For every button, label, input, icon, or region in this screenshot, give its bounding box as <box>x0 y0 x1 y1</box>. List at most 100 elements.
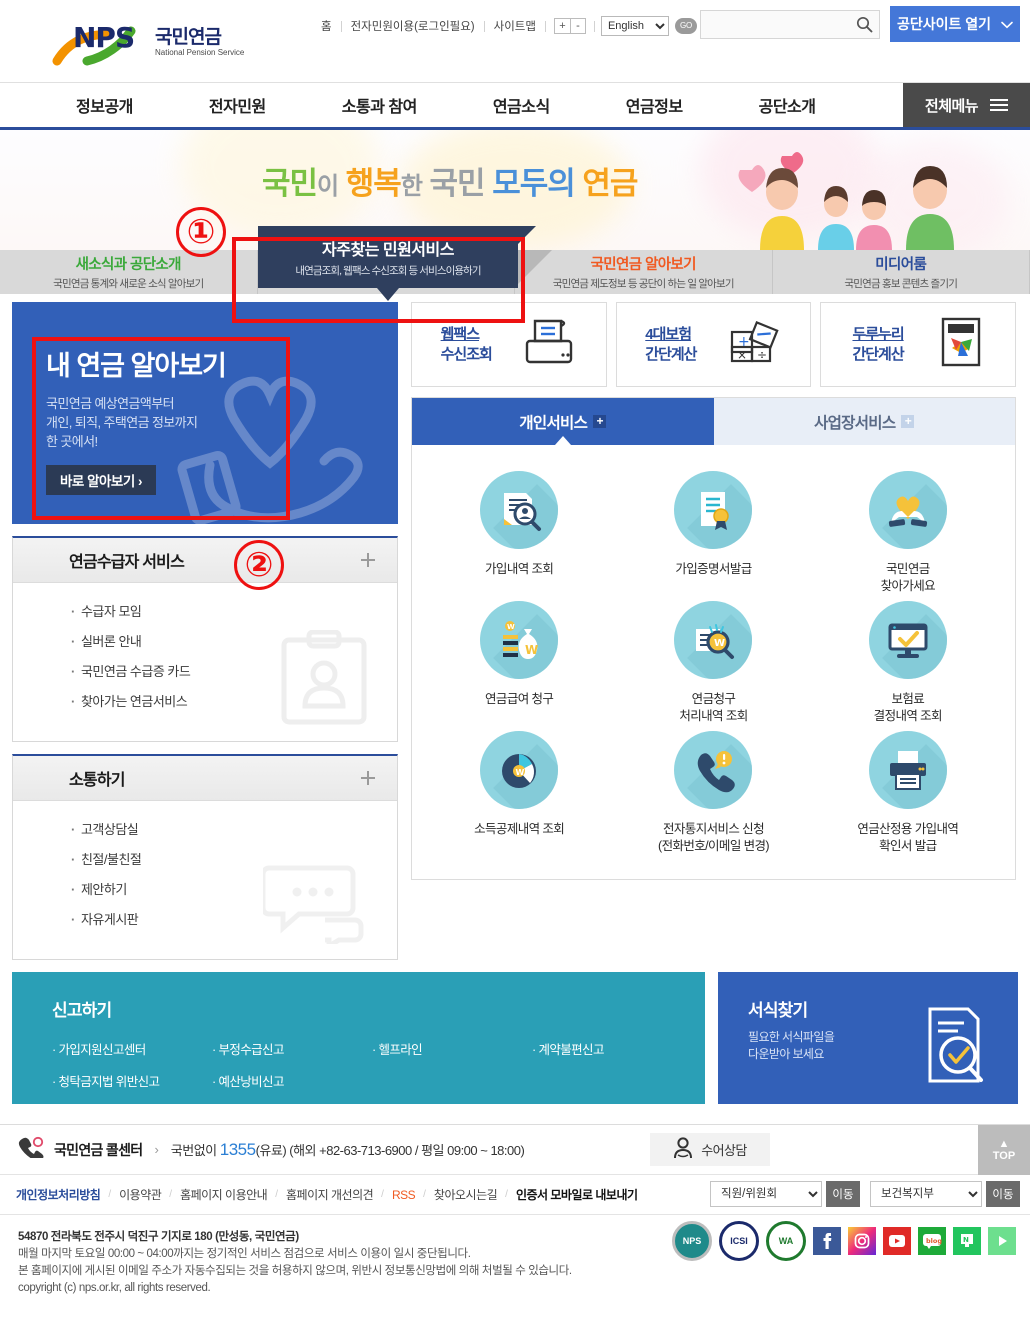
language-go-button[interactable]: GO <box>674 18 697 34</box>
related-site-select-2[interactable]: 보건복지부 <box>870 1181 982 1207</box>
panel-pension-recipient-service: 연금수급자 서비스 수급자 모임 실버론 안내 국민연금 수급증 카드 찾아가는… <box>12 536 398 742</box>
service-item-enotice-apply[interactable]: 전자통지서비스 신청 (전화번호/이메일 변경) <box>616 731 810 855</box>
panel-header[interactable]: 소통하기 <box>13 756 397 801</box>
gnb-item-0[interactable]: 정보공개 <box>38 93 171 117</box>
svg-text:국민연금: 국민연금 <box>155 26 221 48</box>
tab-about-nps[interactable]: 국민연금 알아보기 국민연금 제도정보 등 공단이 하는 일 알아보기 <box>515 250 773 294</box>
card-webfax-receive[interactable]: 웹팩스 수신조회 <box>411 302 607 387</box>
service-item-pension-calc-certificate[interactable]: 연금산정용 가입내역 확인서 발급 <box>811 731 1005 855</box>
tab-subtitle: 국민연금 통계와 새로운 소식 알아보기 <box>53 278 204 290</box>
footer-link-privacy[interactable]: 개인정보처리방침 <box>16 1186 101 1203</box>
report-link-0[interactable]: 가입지원신고센터 <box>52 1039 212 1058</box>
svg-text:NPS: NPS <box>73 21 134 54</box>
site-footer: 국민연금 콜센터 › 국번없이 1355(유료) (해외 +82-63-713-… <box>0 1124 1030 1300</box>
tab-personal-service[interactable]: 개인서비스 + <box>412 398 714 445</box>
util-link-sitemap[interactable]: 사이트맵 <box>485 18 545 34</box>
footer-link-feedback[interactable]: 홈페이지 개선의견 <box>286 1186 374 1203</box>
blog-icon[interactable]: blog <box>918 1227 946 1255</box>
promo-cta-button[interactable]: 바로 알아보기 › <box>46 465 157 495</box>
tab-media-room[interactable]: 미디어룸 국민연금 홍보 콘텐츠 즐기기 <box>773 250 1030 294</box>
footer-link-directions[interactable]: 찾아오시는길 <box>434 1186 498 1203</box>
gnb-item-1[interactable]: 전자민원 <box>171 93 304 117</box>
all-menu-button[interactable]: 전체메뉴 <box>903 83 1030 127</box>
util-link-eminwon[interactable]: 전자민원이용(로그인필요) <box>342 18 484 34</box>
gnb-item-3[interactable]: 연금소식 <box>455 93 588 117</box>
report-link-5[interactable]: 예산낭비신고 <box>212 1071 372 1090</box>
panel-expand-icon[interactable] <box>359 769 377 787</box>
font-decrease-button[interactable]: - <box>569 18 586 34</box>
card-4-insurance-calculator[interactable]: 4대보험 간단계산 + × ÷ <box>615 302 812 387</box>
card-durunuri-calculator[interactable]: 두루누리 간단계산 <box>820 302 1017 387</box>
facebook-icon[interactable] <box>813 1227 841 1255</box>
card-label-line1: 4대보험 <box>645 325 692 343</box>
service-label: 연금청구 처리내역 조회 <box>679 692 748 723</box>
open-corporate-site-button[interactable]: 공단사이트 열기 <box>890 6 1020 42</box>
phone-alert-icon <box>674 731 753 809</box>
footer-badges-and-sns: NPS ICSI WA blog N <box>672 1221 1016 1261</box>
tab-title: 자주찾는 민원서비스 <box>322 242 454 259</box>
forms-panel[interactable]: 서식찾기 필요한 서식파일을 다운받아 보세요 <box>718 972 1018 1104</box>
related-site-go-1[interactable]: 이동 <box>826 1181 860 1207</box>
panel-header[interactable]: 연금수급자 서비스 <box>13 538 397 583</box>
list-item[interactable]: 고객상담실 <box>71 819 397 838</box>
tab-subtitle: 국민연금 홍보 콘텐츠 즐기기 <box>844 278 958 290</box>
chevron-right-icon: › <box>154 1142 159 1157</box>
card-label-line1: 두루누리 <box>852 325 904 343</box>
svg-text:N: N <box>963 1236 969 1244</box>
list-item[interactable]: 수급자 모임 <box>71 601 397 620</box>
report-link-row-2: 청탁금지법 위반신고 예산낭비신고 <box>52 1071 705 1090</box>
scroll-to-top-button[interactable]: ▲ TOP <box>978 1125 1030 1175</box>
sign-language-consult-button[interactable]: 수어상담 <box>650 1133 770 1166</box>
gnb-item-4[interactable]: 연금정보 <box>588 93 721 117</box>
hamburger-icon <box>990 96 1009 114</box>
instagram-icon[interactable] <box>848 1227 876 1255</box>
search-box[interactable] <box>700 10 880 39</box>
related-site-go-2[interactable]: 이동 <box>986 1181 1020 1207</box>
tab-frequent-services-active[interactable]: 자주찾는 민원서비스 내연금조회, 웹팩스 수신조회 등 서비스이용하기 <box>258 226 536 301</box>
language-select[interactable]: English <box>600 16 669 36</box>
service-item-premium-decision-inquiry[interactable]: 보험료 결정내역 조회 <box>811 601 1005 725</box>
service-item-membership-certificate[interactable]: 가입증명서발급 <box>616 471 810 595</box>
service-item-find-your-pension[interactable]: 국민연금 찾아가세요 <box>811 471 1005 595</box>
card-label-line1: 웹팩스 <box>440 325 480 343</box>
money-bag-icon: W W <box>480 601 559 679</box>
service-item-claim-status-inquiry[interactable]: W 연금청구 처리내역 조회 <box>616 601 810 725</box>
service-item-income-deduction-inquiry[interactable]: W 소득공제내역 조회 <box>422 731 616 855</box>
gnb-items: 정보공개 전자민원 소통과 참여 연금소식 연금정보 공단소개 <box>0 83 903 127</box>
tab-title: 미디어룸 <box>875 257 927 273</box>
phone-icon <box>18 1136 44 1163</box>
service-item-membership-inquiry[interactable]: 가입내역 조회 <box>422 471 616 595</box>
nps-logo[interactable]: NPS 국민연금 National Pension Service <box>47 17 282 67</box>
nps-award-badge: NPS <box>672 1221 712 1261</box>
naver-post-icon[interactable]: N <box>953 1227 981 1255</box>
search-icon[interactable] <box>856 16 873 38</box>
global-nav: 정보공개 전자민원 소통과 참여 연금소식 연금정보 공단소개 전체메뉴 <box>0 82 1030 130</box>
youtube-icon[interactable] <box>883 1227 911 1255</box>
search-input[interactable] <box>701 11 849 38</box>
report-link-2[interactable]: 헬프라인 <box>372 1039 532 1058</box>
related-site-select-1[interactable]: 직원/위원회 <box>710 1181 822 1207</box>
util-link-home[interactable]: 홈 <box>312 18 341 34</box>
footer-link-terms[interactable]: 이용약관 <box>119 1186 162 1203</box>
service-item-pension-benefit-claim[interactable]: W W 연금급여 청구 <box>422 601 616 725</box>
document-search-check-icon <box>924 1005 990 1090</box>
panel-expand-icon[interactable] <box>359 551 377 569</box>
panel-body: 수급자 모임 실버론 안내 국민연금 수급증 카드 찾아가는 연금서비스 <box>13 583 397 741</box>
service-label: 연금급여 청구 <box>485 692 554 706</box>
naver-tv-icon[interactable] <box>988 1227 1016 1255</box>
call-center-info: 국번없이 1355(유료) (해외 +82-63-713-6900 / 평일 0… <box>170 1139 525 1159</box>
report-link-3[interactable]: 계약불편신고 <box>532 1039 692 1058</box>
divider: / <box>275 1189 278 1200</box>
gnb-item-5[interactable]: 공단소개 <box>721 93 854 117</box>
divider: / <box>423 1189 426 1200</box>
report-link-1[interactable]: 부정수급신고 <box>212 1039 372 1058</box>
tab-news-and-intro[interactable]: 새소식과 공단소개 국민연금 통계와 새로운 소식 알아보기 <box>0 250 258 294</box>
footer-link-cert-export[interactable]: 인증서 모바일로 내보내기 <box>516 1186 638 1203</box>
font-increase-button[interactable]: + <box>553 18 570 34</box>
footer-link-rss[interactable]: RSS <box>392 1188 416 1202</box>
my-pension-promo-banner[interactable]: 내 연금 알아보기 국민연금 예상연금액부터 개인, 퇴직, 주택연금 정보까지 한… <box>12 302 398 524</box>
report-link-4[interactable]: 청탁금지법 위반신고 <box>52 1071 212 1090</box>
tab-workplace-service[interactable]: 사업장서비스 + <box>713 398 1015 445</box>
gnb-item-2[interactable]: 소통과 참여 <box>304 93 455 117</box>
footer-link-guide[interactable]: 홈페이지 이용안내 <box>180 1186 268 1203</box>
